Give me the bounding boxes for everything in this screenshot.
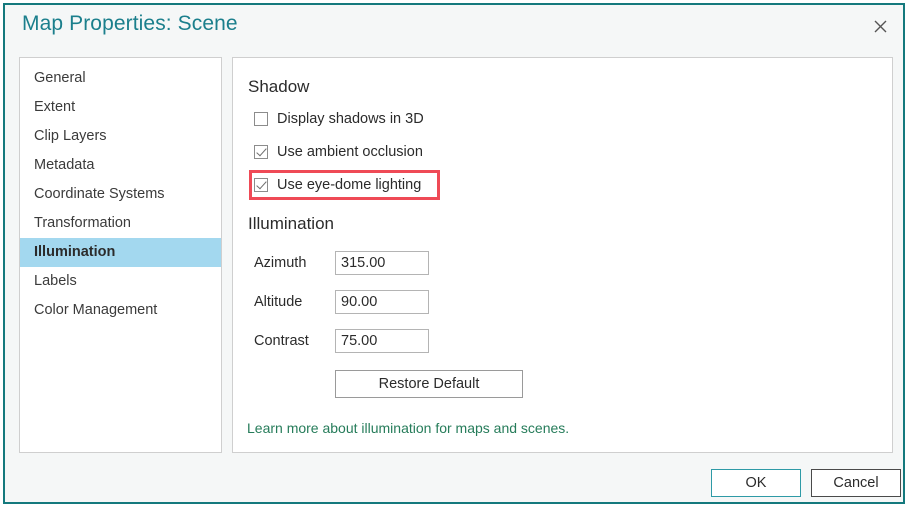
dialog-titlebar: Map Properties: Scene — [5, 5, 903, 49]
sidebar-item-clip-layers[interactable]: Clip Layers — [20, 122, 221, 151]
checkbox-label: Use eye-dome lighting — [277, 177, 422, 193]
ok-button[interactable]: OK — [711, 469, 801, 497]
altitude-field-row: Altitude — [254, 290, 429, 314]
azimuth-field-row: Azimuth — [254, 251, 429, 275]
sidebar-item-general[interactable]: General — [20, 64, 221, 93]
dialog-title: Map Properties: Scene — [22, 12, 238, 35]
contrast-field-row: Contrast — [254, 329, 429, 353]
sidebar-item-coordinate-systems[interactable]: Coordinate Systems — [20, 180, 221, 209]
map-properties-dialog: Map Properties: Scene General Extent Cli… — [3, 3, 905, 504]
altitude-label: Altitude — [254, 294, 303, 310]
checkbox-display-shadows-in-3d[interactable]: Display shadows in 3D — [254, 108, 424, 130]
settings-category-list[interactable]: General Extent Clip Layers Metadata Coor… — [19, 57, 222, 453]
sidebar-item-metadata[interactable]: Metadata — [20, 151, 221, 180]
cancel-button[interactable]: Cancel — [811, 469, 901, 497]
checkbox-box-checked[interactable] — [254, 178, 268, 192]
checkbox-box-unchecked[interactable] — [254, 112, 268, 126]
learn-more-link[interactable]: Learn more about illumination for maps a… — [247, 420, 569, 436]
sidebar-item-extent[interactable]: Extent — [20, 93, 221, 122]
close-icon — [874, 20, 887, 33]
restore-default-button[interactable]: Restore Default — [335, 370, 523, 398]
azimuth-input[interactable] — [335, 251, 429, 275]
checkbox-label: Use ambient occlusion — [277, 144, 423, 160]
checkbox-use-eye-dome-lighting[interactable]: Use eye-dome lighting — [254, 174, 421, 196]
contrast-label: Contrast — [254, 333, 309, 349]
sidebar-item-transformation[interactable]: Transformation — [20, 209, 221, 238]
checkbox-label: Display shadows in 3D — [277, 111, 424, 127]
contrast-input[interactable] — [335, 329, 429, 353]
sidebar-item-color-management[interactable]: Color Management — [20, 296, 221, 325]
illumination-section-heading: Illumination — [248, 214, 334, 233]
azimuth-label: Azimuth — [254, 255, 307, 271]
illumination-settings-panel: Shadow Display shadows in 3D Use ambient… — [232, 57, 893, 453]
shadow-section-heading: Shadow — [248, 77, 310, 96]
sidebar-item-illumination[interactable]: Illumination — [20, 238, 221, 267]
checkbox-use-ambient-occlusion[interactable]: Use ambient occlusion — [254, 141, 423, 163]
sidebar-item-labels[interactable]: Labels — [20, 267, 221, 296]
altitude-input[interactable] — [335, 290, 429, 314]
checkbox-box-checked[interactable] — [254, 145, 268, 159]
close-button[interactable] — [861, 9, 899, 43]
